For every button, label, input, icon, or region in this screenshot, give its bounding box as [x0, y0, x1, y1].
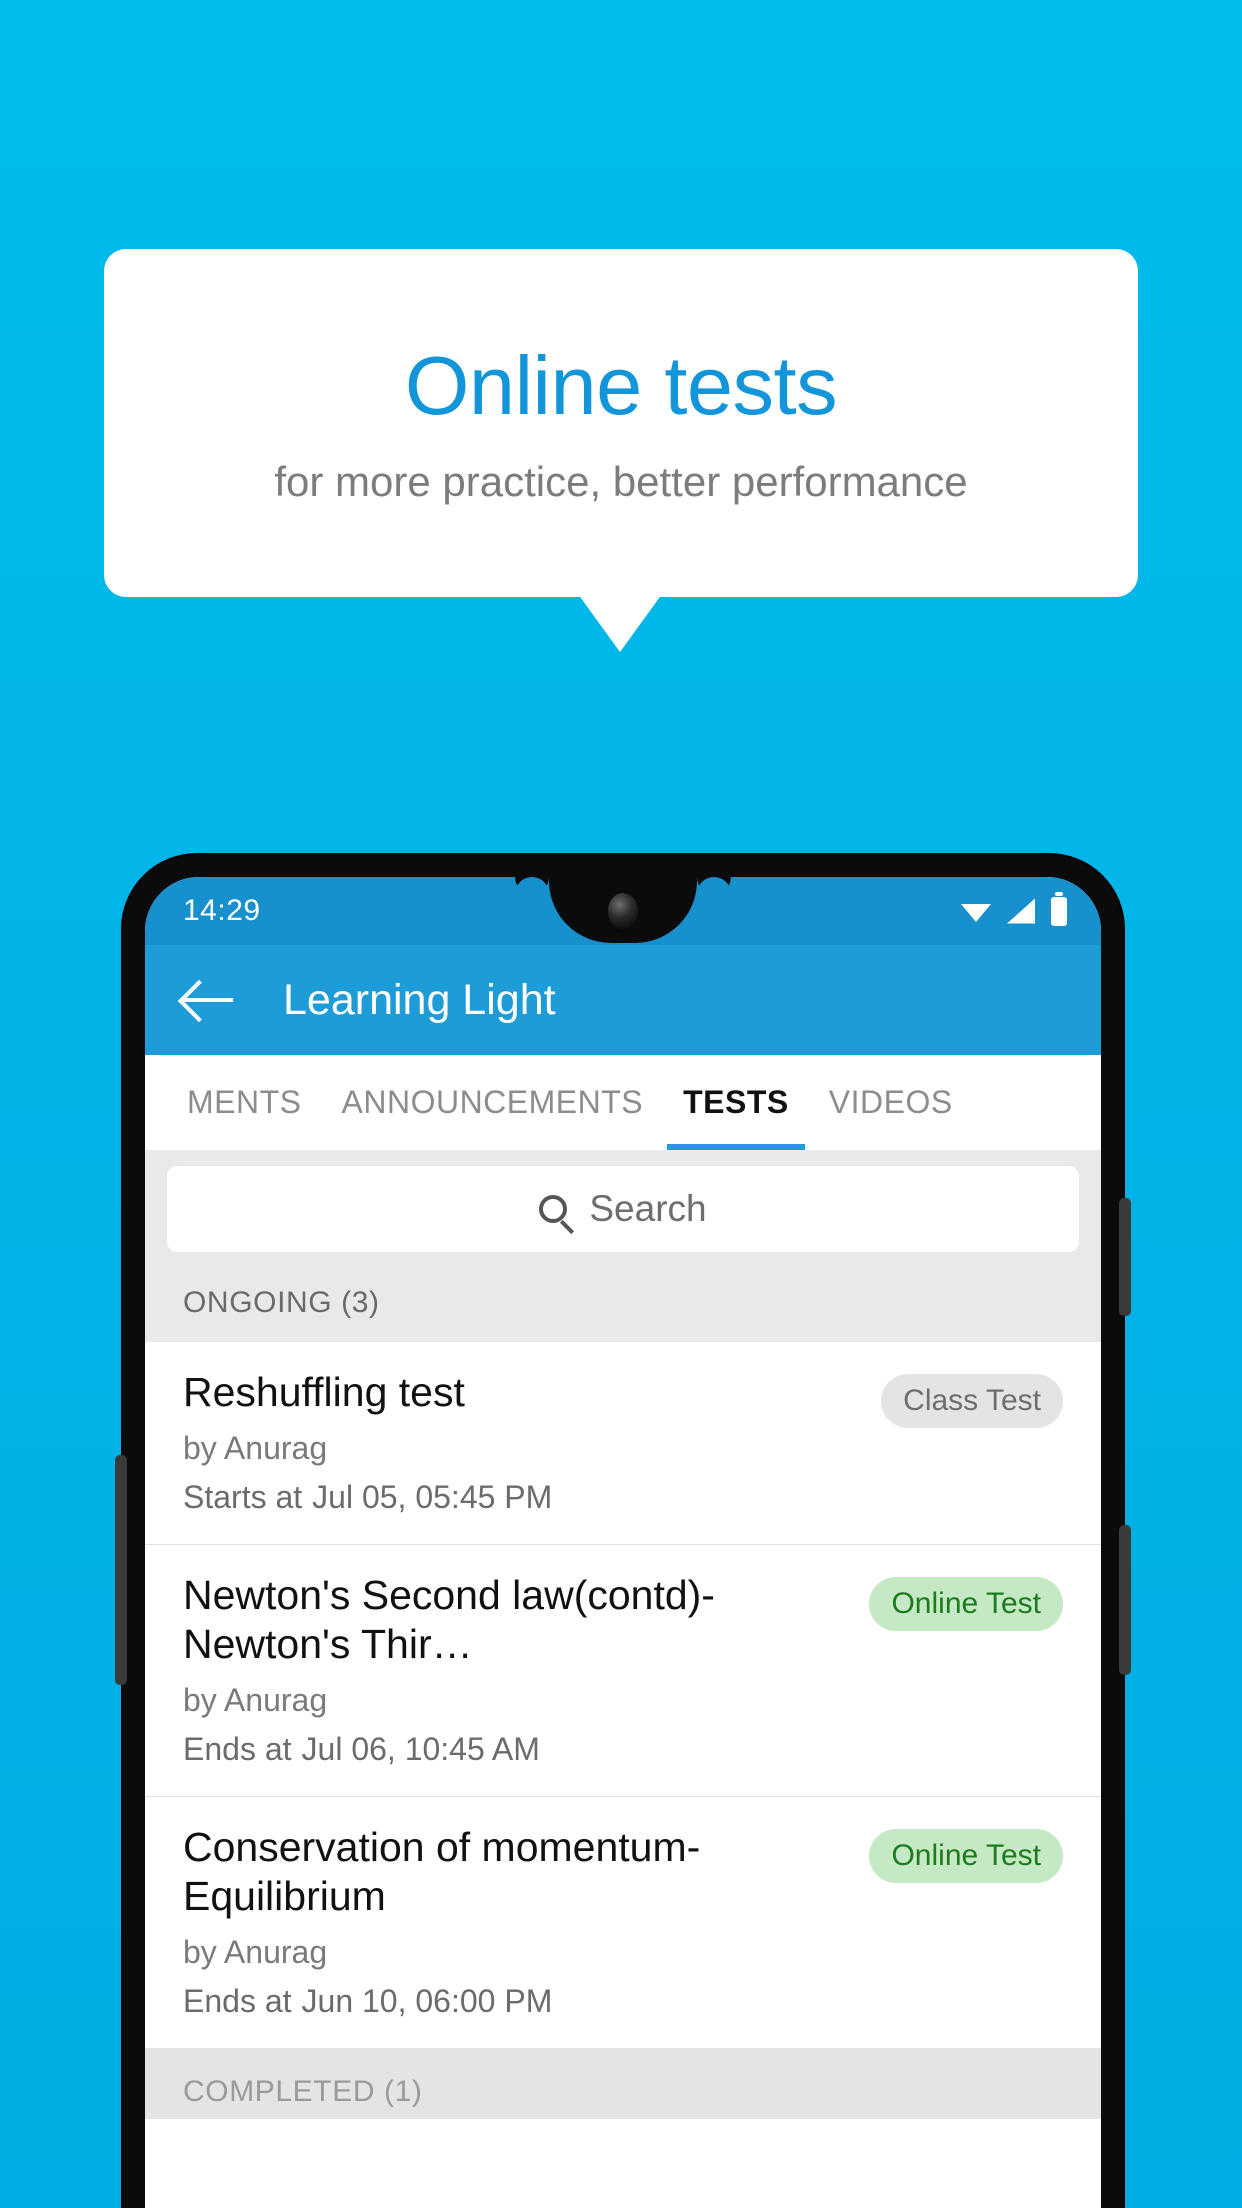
battery-icon: [1051, 891, 1067, 926]
status-badge: Online Test: [869, 1577, 1063, 1632]
test-title: Reshuffling test: [183, 1369, 465, 1415]
phone-device-frame: 14:29 Learning Light MENTS ANNOUNCEMENTS…: [115, 855, 1131, 2208]
status-bar-time: 14:29: [183, 894, 261, 927]
tab-videos[interactable]: VIDEOS: [809, 1055, 973, 1150]
promo-title: Online tests: [404, 338, 838, 432]
wifi-icon: [961, 903, 991, 922]
tab-ments[interactable]: MENTS: [167, 1055, 322, 1150]
phone-power-button[interactable]: [1119, 1198, 1131, 1316]
test-item-details: Newton's Second law(contd)-Newton's Thir…: [183, 1571, 855, 1768]
test-schedule-label: Ends at: [183, 1731, 292, 1768]
app-bar: Learning Light: [145, 945, 1101, 1055]
phone-left-side-button[interactable]: [115, 1455, 127, 1685]
test-schedule-value: Jun 10, 06:00 PM: [301, 1982, 553, 2019]
test-schedule: Ends at Jun 10, 06:00 PM: [183, 1983, 855, 2020]
display-notch: [549, 877, 697, 943]
test-schedule-label: Starts at: [183, 1479, 303, 1516]
search-input[interactable]: Search: [167, 1166, 1079, 1252]
status-badge: Online Test: [869, 1829, 1063, 1884]
tab-announcements[interactable]: ANNOUNCEMENTS: [322, 1055, 664, 1150]
promo-card-tail: [578, 594, 662, 652]
table-row[interactable]: Newton's Second law(contd)-Newton's Thir…: [145, 1545, 1101, 1798]
test-schedule: Ends at Jul 06, 10:45 AM: [183, 1731, 855, 1768]
phone-volume-button[interactable]: [1119, 1525, 1131, 1675]
test-author: by Anurag: [183, 1933, 328, 1970]
test-item-details: Conservation of momentum-Equilibrium by …: [183, 1823, 855, 2020]
promo-subtitle: for more practice, better performance: [274, 457, 968, 505]
section-header-ongoing: ONGOING (3): [145, 1272, 1101, 1342]
test-schedule-value: Jul 06, 10:45 AM: [301, 1731, 540, 1768]
section-header-completed: COMPLETED (1): [145, 2048, 1101, 2119]
front-camera-icon: [608, 893, 638, 929]
signal-icon: [1007, 898, 1035, 924]
search-bar-container: Search: [145, 1150, 1101, 1272]
test-author: by Anurag: [183, 1682, 328, 1719]
test-schedule-label: Ends at: [183, 1982, 292, 2019]
promo-card: Online tests for more practice, better p…: [104, 249, 1138, 597]
search-icon: [539, 1195, 568, 1223]
tab-bar: MENTS ANNOUNCEMENTS TESTS VIDEOS: [145, 1055, 1101, 1150]
phone-screen: 14:29 Learning Light MENTS ANNOUNCEMENTS…: [145, 877, 1101, 2208]
table-row[interactable]: Reshuffling test by Anurag Starts at Jul …: [145, 1342, 1101, 1546]
test-title: Newton's Second law(contd)-Newton's Thir…: [183, 1572, 715, 1667]
app-bar-title: Learning Light: [283, 975, 556, 1024]
test-schedule-value: Jul 05, 05:45 PM: [312, 1479, 553, 1516]
status-bar: 14:29: [145, 877, 1101, 945]
test-title: Conservation of momentum-Equilibrium: [183, 1824, 701, 1919]
test-schedule: Starts at Jul 05, 05:45 PM: [183, 1479, 867, 1516]
back-arrow-icon[interactable]: [183, 979, 235, 1021]
test-item-details: Reshuffling test by Anurag Starts at Jul …: [183, 1368, 867, 1516]
table-row[interactable]: Conservation of momentum-Equilibrium by …: [145, 1797, 1101, 2049]
status-bar-icons: [961, 891, 1067, 926]
search-placeholder: Search: [589, 1188, 707, 1229]
status-badge: Class Test: [881, 1374, 1063, 1428]
test-author: by Anurag: [183, 1430, 328, 1467]
tests-list: Reshuffling test by Anurag Starts at Jul …: [145, 1342, 1101, 2049]
tab-tests[interactable]: TESTS: [663, 1055, 809, 1150]
tests-content: Search ONGOING (3) Reshuffling test by A…: [145, 1150, 1101, 2119]
